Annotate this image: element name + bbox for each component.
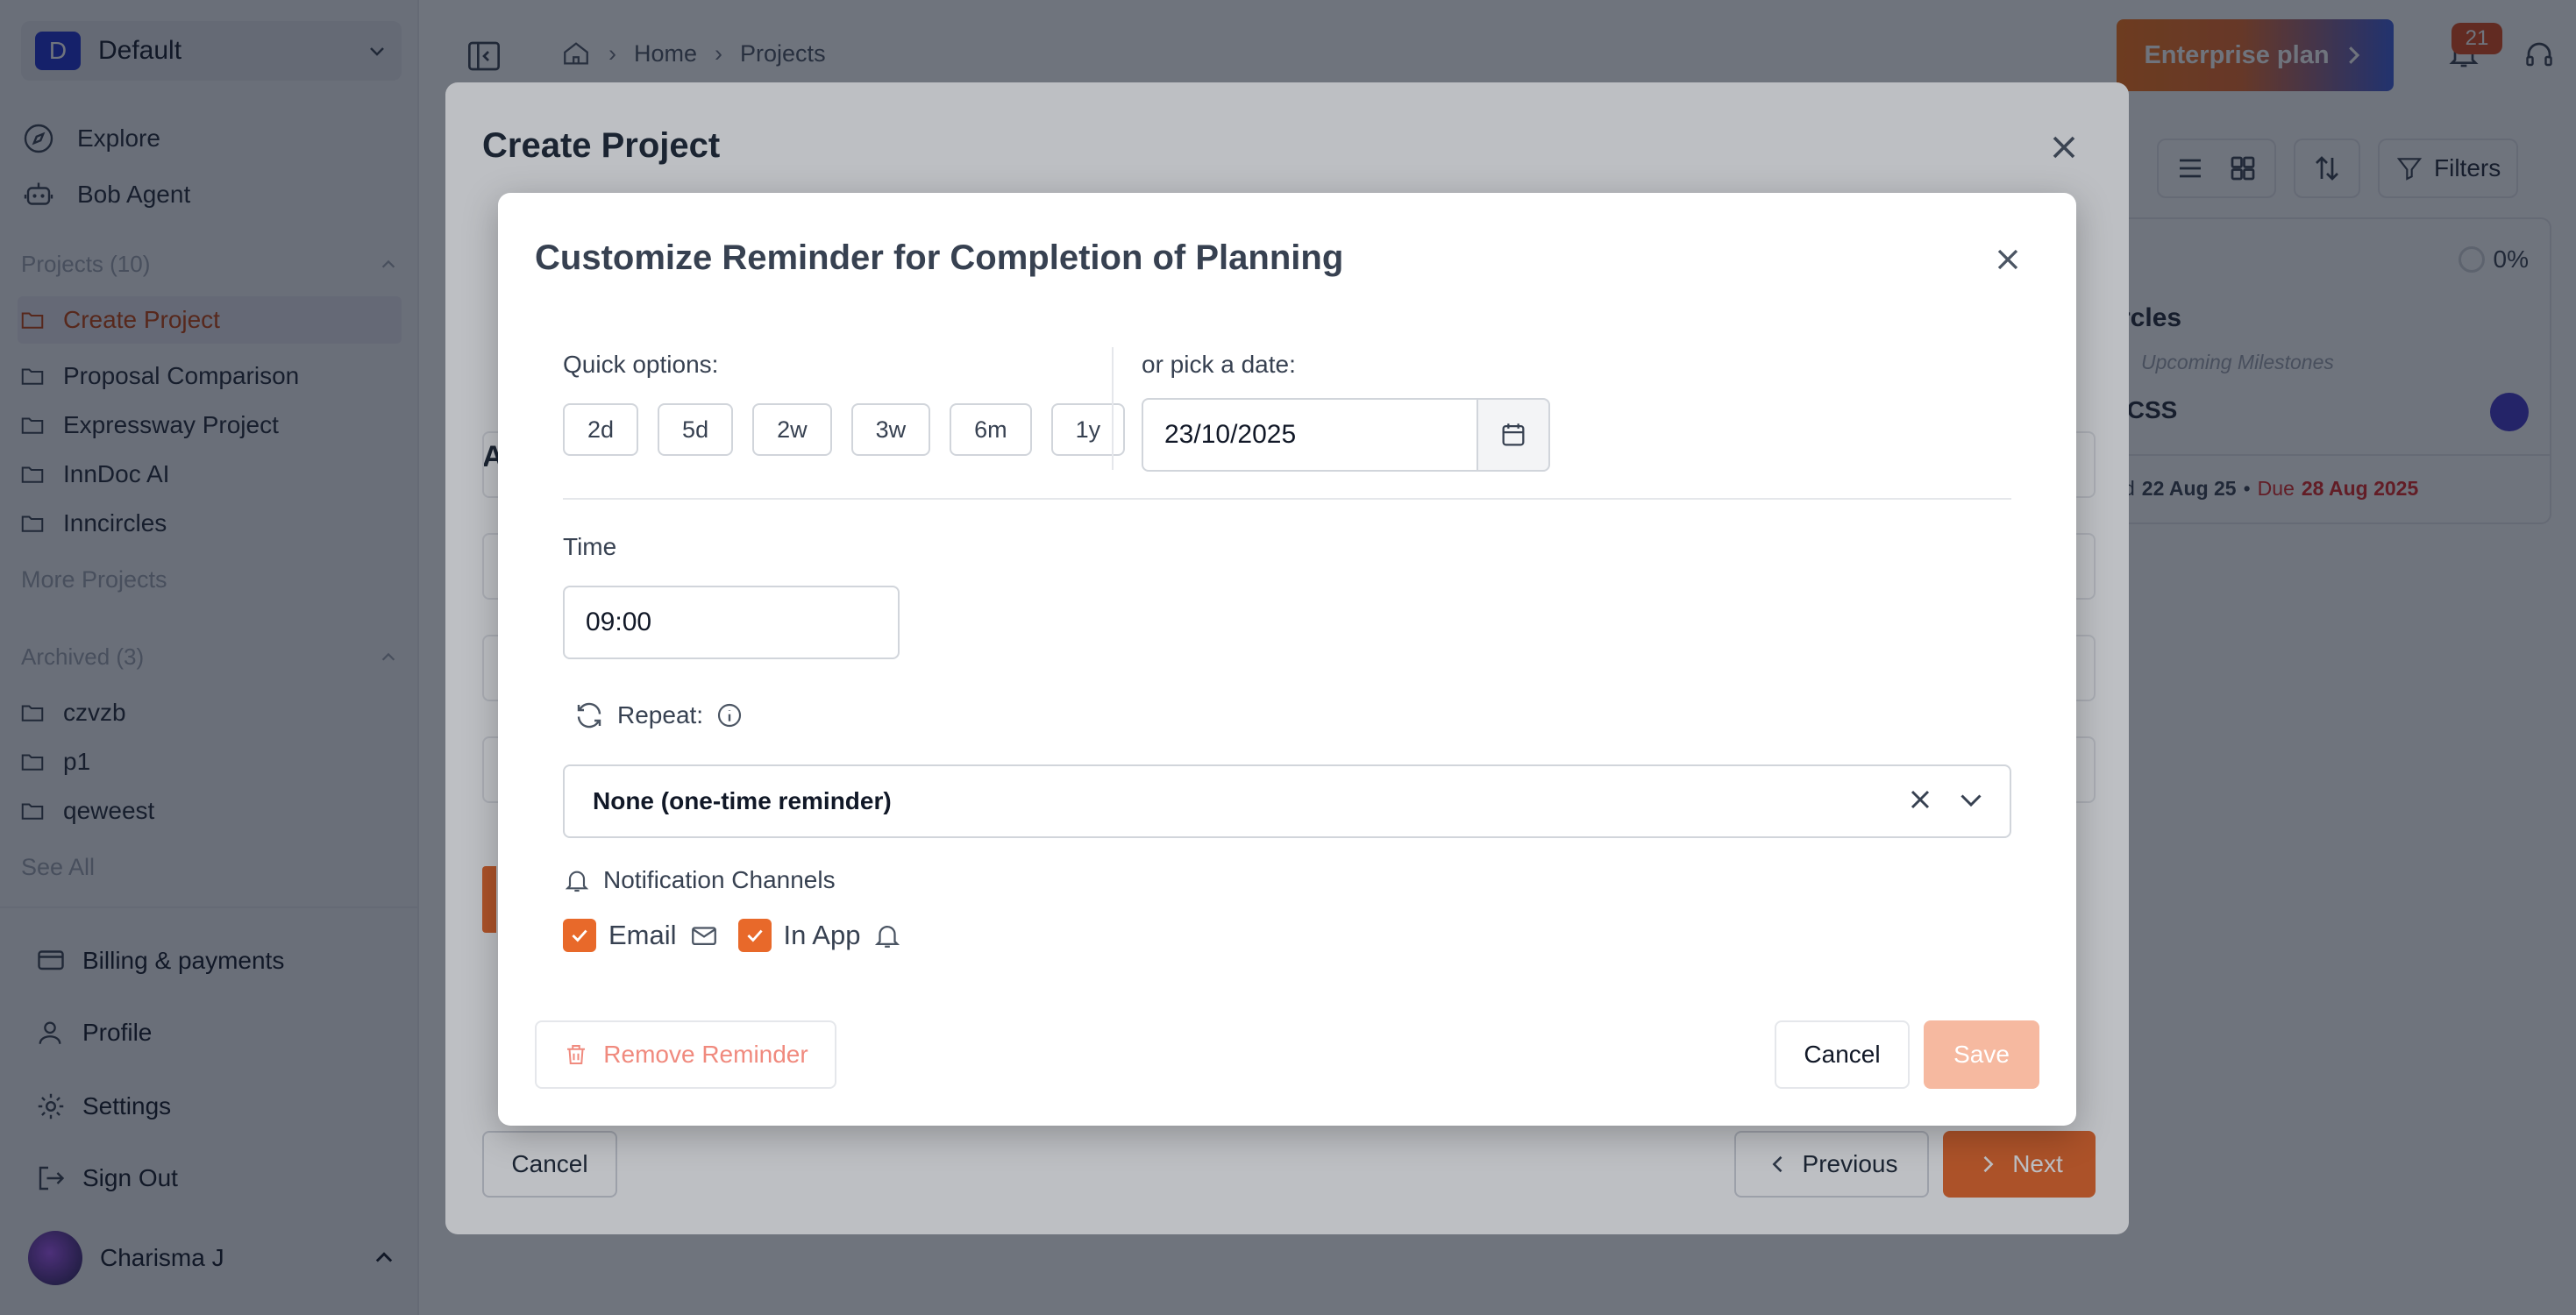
quick-option-3w[interactable]: 3w xyxy=(850,403,931,456)
remove-reminder-label: Remove Reminder xyxy=(603,1041,808,1068)
repeat-select[interactable]: None (one-time reminder) xyxy=(563,764,2011,838)
info-icon[interactable] xyxy=(715,701,744,729)
horizontal-divider xyxy=(563,498,2011,500)
quick-option-1y[interactable]: 1y xyxy=(1050,403,1126,456)
quick-option-2d[interactable]: 2d xyxy=(563,403,639,456)
vertical-divider xyxy=(1112,347,1114,470)
date-picker-button[interactable] xyxy=(1477,398,1550,472)
close-icon[interactable] xyxy=(1990,242,2025,277)
chevron-down-icon[interactable] xyxy=(1955,784,1987,815)
repeat-value: None (one-time reminder) xyxy=(593,787,892,814)
notification-channels: Email In App xyxy=(563,919,902,952)
quick-options-label: Quick options: xyxy=(563,351,719,378)
calendar-icon xyxy=(1502,423,1525,446)
in-app-label: In App xyxy=(783,920,861,950)
quick-option-5d[interactable]: 5d xyxy=(658,403,734,456)
quick-option-2w[interactable]: 2w xyxy=(752,403,832,456)
bell-icon xyxy=(565,871,589,892)
reminder-title: Customize Reminder for Completion of Pla… xyxy=(535,238,1344,277)
time-input[interactable]: 09:00 xyxy=(563,586,900,659)
save-button[interactable]: Save xyxy=(1924,1020,2039,1089)
clear-icon[interactable] xyxy=(1904,784,1936,815)
email-label: Email xyxy=(608,920,677,950)
notification-channels-header: Notification Channels xyxy=(563,866,836,894)
quick-option-6m[interactable]: 6m xyxy=(950,403,1032,456)
cancel-button[interactable]: Cancel xyxy=(1775,1020,1910,1089)
email-checkbox[interactable] xyxy=(563,919,596,952)
reminder-modal: Customize Reminder for Completion of Pla… xyxy=(498,193,2076,1126)
channels-label: Notification Channels xyxy=(603,866,836,893)
in-app-checkbox[interactable] xyxy=(737,919,772,952)
pick-date-label: or pick a date: xyxy=(1142,351,1296,378)
repeat-label: Repeat: xyxy=(617,701,704,729)
select-controls xyxy=(1904,784,1987,815)
time-label: Time xyxy=(563,533,617,560)
date-input[interactable]: 23/10/2025 xyxy=(1142,398,1478,472)
mail-icon xyxy=(691,927,716,946)
check-icon xyxy=(746,929,763,942)
quick-options: 2d 5d 2w 3w 6m 1y xyxy=(563,403,1126,456)
bell-icon xyxy=(875,926,900,948)
check-icon xyxy=(572,929,587,942)
trash-icon xyxy=(567,1045,586,1064)
refresh-icon xyxy=(577,702,601,729)
remove-reminder-button[interactable]: Remove Reminder xyxy=(535,1020,836,1089)
repeat-row: Repeat: xyxy=(573,700,744,731)
